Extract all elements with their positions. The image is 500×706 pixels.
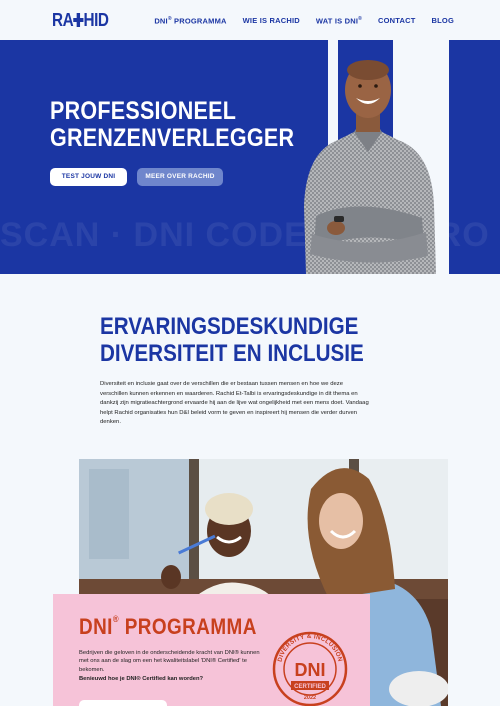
nav-wie-is-rachid[interactable]: WIE IS RACHID — [243, 16, 300, 26]
nav-dni-programma[interactable]: DNI® PROGRAMMA — [154, 16, 226, 26]
nav-contact[interactable]: CONTACT — [378, 16, 416, 26]
card-title: DNI® PROGRAMMA — [79, 614, 257, 639]
dni-programma-card: DNI® PROGRAMMA Bedrijven die geloven in … — [53, 594, 370, 706]
rachid-portrait — [304, 60, 436, 274]
dni-certified-seal: DIVERSITY & INCLUSION DNI CERTIFIED 2022 — [272, 631, 348, 706]
intro-title: ERVARINGSDESKUNDIGE DIVERSITEIT EN INCLU… — [100, 313, 364, 367]
intro-body: Diversiteit en inclusie gaat over de ver… — [100, 381, 369, 425]
seal-sub-text: CERTIFIED — [294, 684, 326, 690]
seal-main-text: DNI — [295, 660, 326, 680]
logo-cross-icon — [73, 13, 84, 27]
more-about-rachid-button[interactable]: MEER OVER RACHID — [137, 168, 223, 186]
main-nav: DNI® PROGRAMMA WIE IS RACHID WAT IS DNI®… — [154, 16, 454, 26]
logo-text-b: HID — [83, 10, 109, 30]
card-body: Bedrijven die geloven in de onderscheide… — [79, 650, 260, 673]
seal-year-text: 2022 — [304, 695, 316, 701]
nav-wat-is-dni[interactable]: WAT IS DNI® — [316, 16, 362, 26]
site-header: RA HID DNI® PROGRAMMA WIE IS RACHID WAT I… — [0, 0, 500, 40]
rachid-logo[interactable]: RA HID — [52, 10, 109, 31]
test-dni-button[interactable]: TEST JOUW DNI — [50, 168, 127, 186]
hero-title: PROFESSIONEEL GRENZENVERLEGGER — [50, 97, 295, 152]
nav-blog[interactable]: BLOG — [432, 16, 454, 26]
card-button[interactable] — [79, 700, 167, 706]
logo-text-a: RA — [52, 10, 74, 30]
card-question: Benieuwd hoe je DNI® Certified kan worde… — [79, 676, 204, 682]
